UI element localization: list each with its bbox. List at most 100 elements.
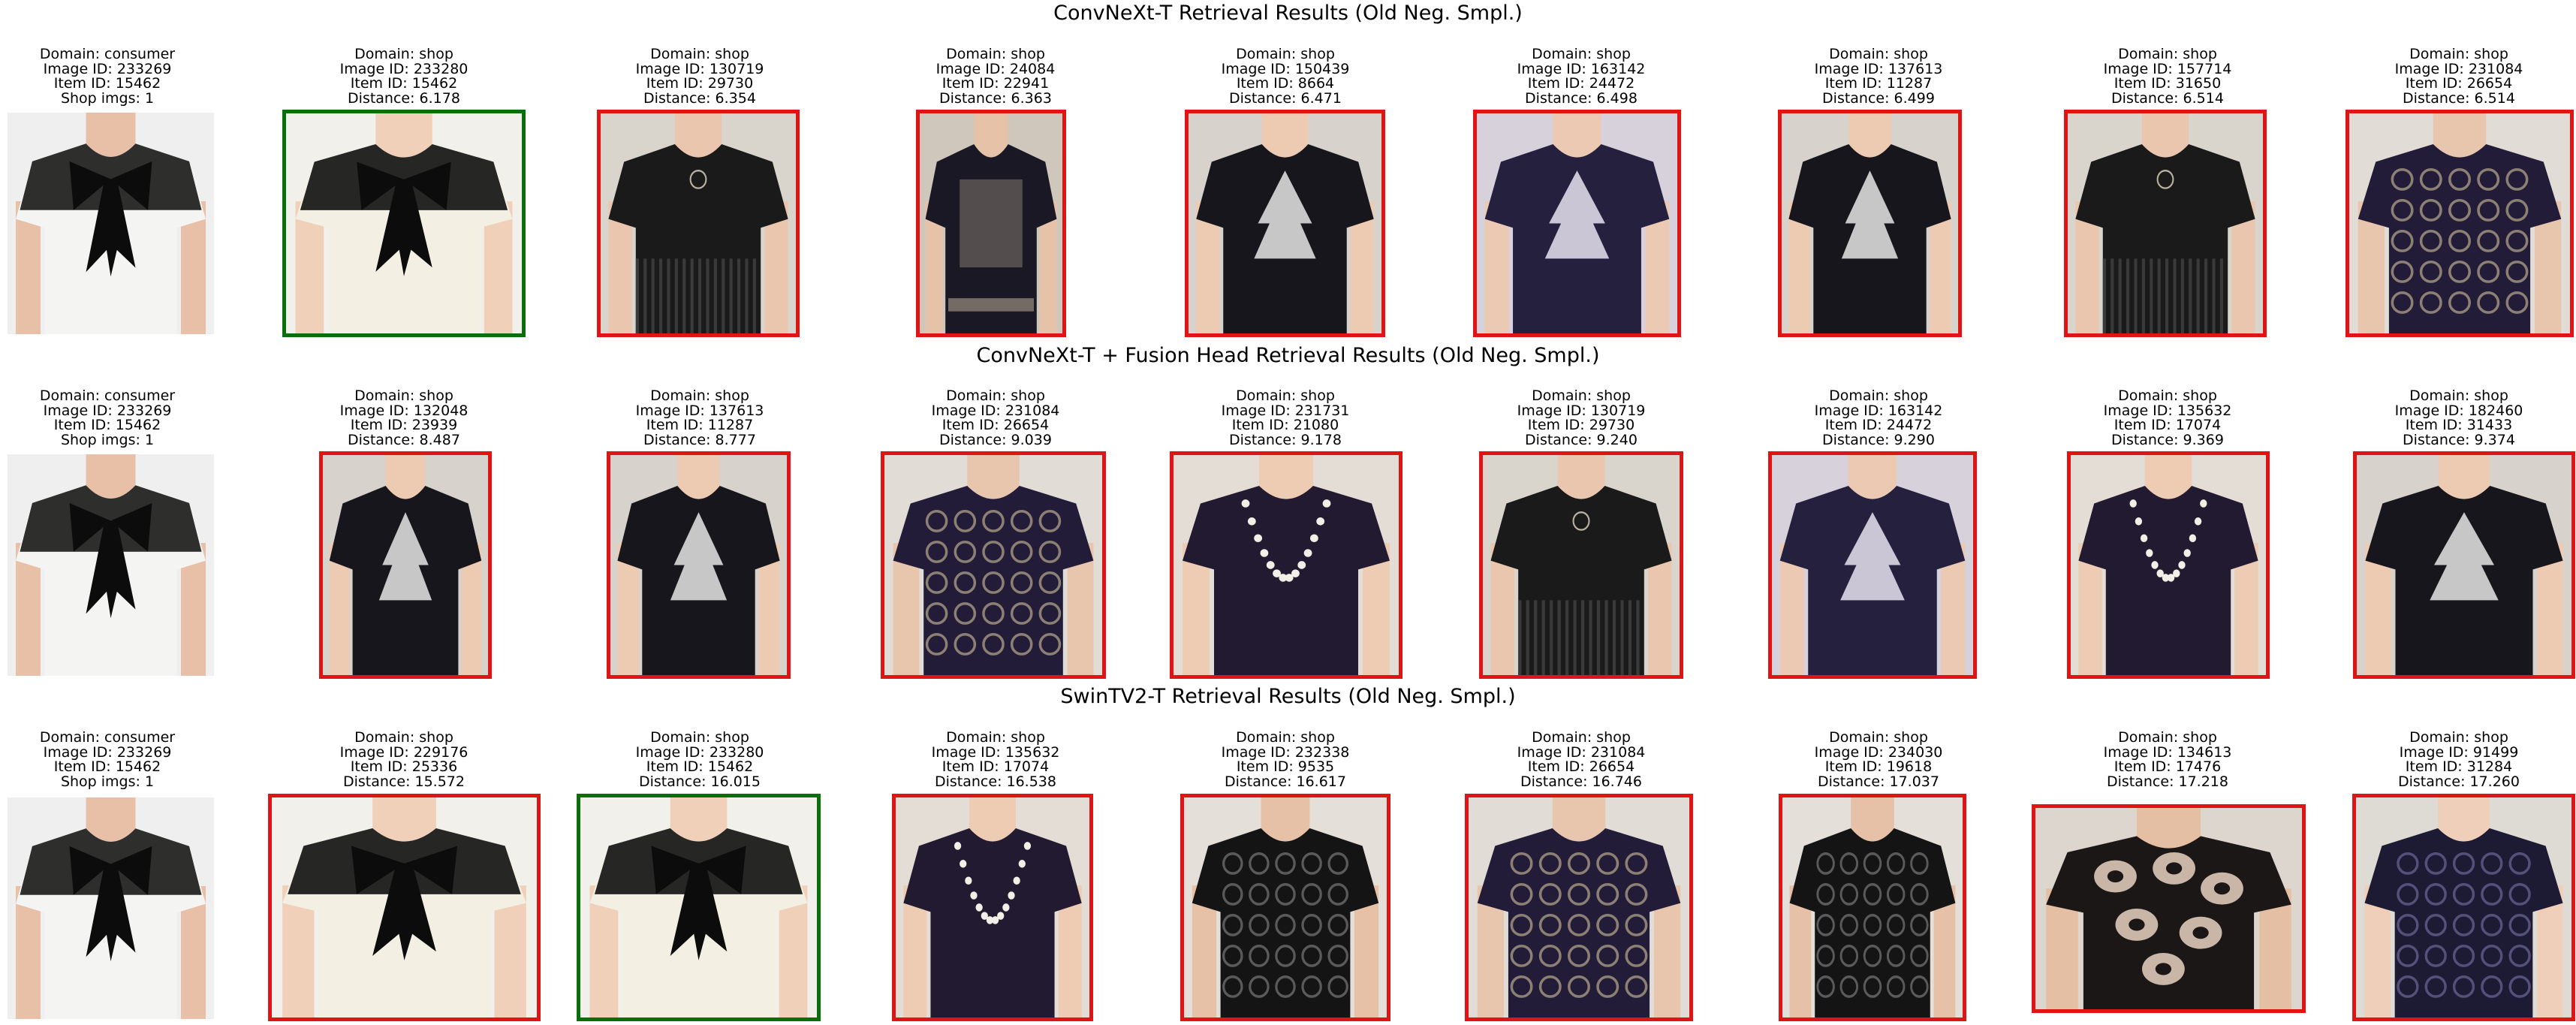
- caption-line: Item ID: 22941: [942, 75, 1050, 92]
- result-image: [2067, 451, 2270, 679]
- caption-line: Item ID: 19618: [1824, 758, 1933, 775]
- caption-line: Domain: shop: [1236, 729, 1335, 746]
- caption-line: Domain: shop: [650, 387, 749, 404]
- caption-line: Domain: shop: [1236, 46, 1335, 62]
- caption-line: Item ID: 26654: [1527, 758, 1635, 775]
- caption-line: Distance: 9.290: [1822, 431, 1935, 448]
- clothing-photo: [2071, 455, 2266, 675]
- caption-line: Domain: shop: [2409, 46, 2508, 62]
- caption-line: Shop imgs: 1: [60, 89, 155, 107]
- row-title: ConvNeXt-T Retrieval Results (Old Neg. S…: [1053, 2, 1523, 25]
- clothing-photo: [601, 113, 796, 333]
- result-image: [1778, 110, 1962, 337]
- result-image: [282, 110, 526, 337]
- result-image: [1185, 110, 1385, 337]
- clothing-photo: [286, 113, 522, 333]
- result-image: [916, 110, 1066, 337]
- result-image: [607, 451, 791, 679]
- caption-line: Domain: shop: [1532, 46, 1631, 62]
- caption-line: Item ID: 15462: [53, 758, 161, 775]
- caption-line: Distance: 6.514: [2403, 89, 2515, 107]
- caption-line: Distance: 16.617: [1224, 773, 1346, 790]
- result-image: [577, 794, 821, 1021]
- caption-line: Domain: shop: [1829, 729, 1928, 746]
- caption-line: Domain: shop: [1829, 387, 1928, 404]
- result-image: [2352, 794, 2575, 1021]
- clothing-photo: [272, 797, 537, 1017]
- result-image: [597, 110, 800, 337]
- caption-line: Item ID: 26654: [2405, 75, 2513, 92]
- clothing-photo: [1469, 797, 1689, 1017]
- caption-line: Item ID: 17074: [942, 758, 1050, 775]
- caption-line: Item ID: 15462: [53, 417, 161, 433]
- caption-line: Domain: shop: [650, 46, 749, 62]
- caption-line: Domain: shop: [946, 46, 1045, 62]
- clothing-photo: [1174, 455, 1399, 675]
- result-image: [2353, 451, 2575, 679]
- caption-line: Distance: 6.471: [1229, 89, 1342, 107]
- caption-line: Distance: 9.039: [939, 431, 1052, 448]
- caption-line: Item ID: 15462: [646, 758, 754, 775]
- caption-line: Item ID: 15462: [53, 75, 161, 92]
- clothing-photo: [2035, 808, 2302, 1009]
- caption-line: Item ID: 29730: [1527, 417, 1635, 433]
- caption-line: Domain: consumer: [39, 46, 176, 62]
- clothing-photo: [1772, 455, 1973, 675]
- caption-line: Item ID: 31284: [2405, 758, 2513, 775]
- caption-line: Distance: 6.514: [2111, 89, 2224, 107]
- caption-line: Item ID: 17074: [2114, 417, 2222, 433]
- result-image: [2346, 110, 2574, 337]
- clothing-photo: [920, 113, 1062, 333]
- result-image: [319, 451, 492, 679]
- caption-line: Domain: shop: [354, 387, 453, 404]
- caption-line: Item ID: 8664: [1236, 75, 1335, 92]
- caption-line: Distance: 16.015: [638, 773, 761, 790]
- result-image: [1779, 794, 1966, 1021]
- query-image: [8, 797, 214, 1019]
- row-title: ConvNeXt-T + Fusion Head Retrieval Resul…: [976, 344, 1600, 367]
- caption-line: Domain: shop: [354, 729, 453, 746]
- caption-line: Distance: 9.374: [2403, 431, 2515, 448]
- caption-line: Shop imgs: 1: [60, 773, 155, 790]
- result-image: [1465, 794, 1693, 1021]
- result-image: [1768, 451, 1977, 679]
- caption-line: Domain: shop: [946, 729, 1045, 746]
- caption-line: Distance: 8.487: [348, 431, 460, 448]
- caption-line: Domain: consumer: [39, 387, 176, 404]
- clothing-photo: [2356, 797, 2571, 1017]
- caption-line: Item ID: 31433: [2405, 417, 2513, 433]
- result-image: [1479, 451, 1683, 679]
- caption-line: Item ID: 29730: [646, 75, 754, 92]
- result-image: [268, 794, 541, 1021]
- clothing-photo: [323, 455, 488, 675]
- caption-line: Distance: 9.240: [1525, 431, 1637, 448]
- caption-line: Distance: 16.538: [934, 773, 1056, 790]
- caption-line: Domain: shop: [354, 46, 453, 62]
- caption-line: Distance: 6.178: [348, 89, 460, 107]
- caption-line: Domain: consumer: [39, 729, 176, 746]
- caption-line: Distance: 9.369: [2111, 431, 2224, 448]
- caption-line: Domain: shop: [1532, 729, 1631, 746]
- caption-line: Distance: 9.178: [1229, 431, 1342, 448]
- caption-line: Item ID: 9535: [1236, 758, 1335, 775]
- caption-line: Distance: 8.777: [643, 431, 756, 448]
- caption-line: Item ID: 17476: [2114, 758, 2222, 775]
- clothing-photo: [1477, 113, 1677, 333]
- caption-line: Domain: shop: [2409, 729, 2508, 746]
- caption-line: Item ID: 23939: [350, 417, 458, 433]
- clothing-photo: [896, 797, 1089, 1017]
- clothing-photo: [1782, 797, 1963, 1017]
- clothing-photo: [1483, 455, 1680, 675]
- clothing-photo: [884, 455, 1102, 675]
- caption-line: Item ID: 21080: [1231, 417, 1339, 433]
- caption-line: Distance: 6.499: [1822, 89, 1935, 107]
- result-image: [1170, 451, 1402, 679]
- query-image: [8, 454, 214, 676]
- clothing-photo: [610, 455, 787, 675]
- result-image: [2032, 804, 2306, 1013]
- caption-line: Item ID: 31650: [2114, 75, 2222, 92]
- result-image: [881, 451, 1106, 679]
- row-title: SwinTV2-T Retrieval Results (Old Neg. Sm…: [1060, 685, 1516, 708]
- caption-line: Distance: 17.260: [2397, 773, 2520, 790]
- caption-line: Domain: shop: [2118, 387, 2217, 404]
